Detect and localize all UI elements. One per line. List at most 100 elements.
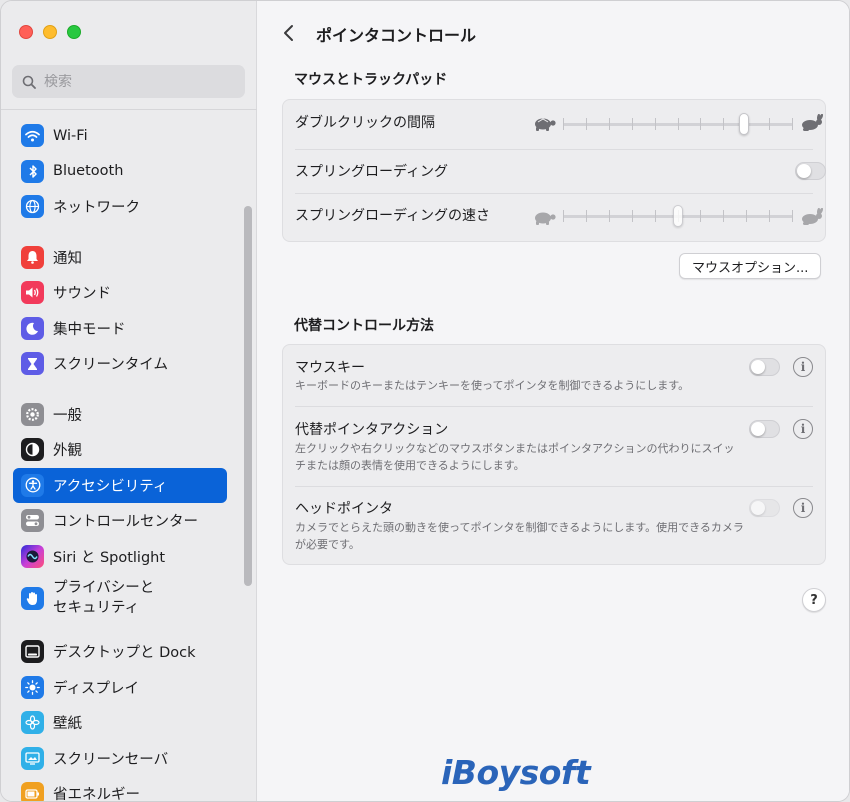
sidebar-item-label: ディスプレイ bbox=[53, 680, 139, 697]
alt-pointer-row: 代替ポインタアクション 左クリックや右クリックなどのマウスボタンまたはポインタア… bbox=[295, 407, 813, 487]
sidebar-item-label: Bluetooth bbox=[53, 163, 124, 180]
sidebar-item-displays[interactable]: ディスプレイ bbox=[13, 670, 227, 706]
close-window-button[interactable] bbox=[19, 25, 33, 39]
mouse-keys-description: キーボードのキーまたはテンキーを使ってポインタを制御できるようにします。 bbox=[295, 379, 690, 392]
double-click-label: ダブルクリックの間隔 bbox=[295, 115, 435, 131]
search-input[interactable] bbox=[44, 73, 224, 90]
alternate-control-group: マウスキー キーボードのキーまたはテンキーを使ってポインタを制御できるようにしま… bbox=[282, 344, 826, 565]
head-pointer-row: ヘッドポインタ カメラでとらえた頭の動きを使ってポインタを制御できるようにします… bbox=[295, 487, 813, 564]
slider-tick bbox=[632, 210, 633, 222]
mouse-options-button[interactable]: マウスオプション... bbox=[679, 253, 822, 279]
spring-loading-toggle[interactable] bbox=[795, 162, 826, 180]
spring-loading-row: スプリングローディング bbox=[295, 150, 826, 194]
sidebar-item-control-center[interactable]: コントロールセンター bbox=[13, 503, 227, 539]
slider-tick bbox=[792, 210, 793, 222]
sidebar-item-label: 集中モード bbox=[53, 321, 126, 338]
sidebar-divider bbox=[1, 109, 257, 110]
alt-pointer-toggle[interactable] bbox=[749, 420, 780, 438]
search-field[interactable] bbox=[12, 65, 245, 98]
settings-window: Wi-Fi Bluetooth ネットワーク 通知 bbox=[0, 0, 850, 802]
sun-icon bbox=[21, 675, 44, 699]
slider-tick bbox=[563, 118, 564, 130]
slider-tick bbox=[563, 210, 564, 222]
alt-pointer-description: 左クリックや右クリックなどのマウスボタンまたはポインタアクションの代わりにスイッ… bbox=[295, 442, 735, 472]
section-title-mouse-trackpad: マウスとトラックパッド bbox=[294, 72, 448, 88]
slider-knob[interactable] bbox=[673, 205, 683, 227]
sidebar-item-wifi[interactable]: Wi-Fi bbox=[13, 118, 227, 154]
screensaver-icon bbox=[21, 746, 44, 770]
sidebar-scrollbar[interactable] bbox=[244, 206, 252, 586]
sidebar-item-privacy-security[interactable]: プライバシーと セキュリティ bbox=[13, 574, 227, 622]
siri-icon bbox=[21, 544, 44, 568]
sidebar-item-sound[interactable]: サウンド bbox=[13, 275, 227, 311]
sidebar-item-label: 省エネルギー bbox=[53, 787, 140, 802]
head-pointer-label: ヘッドポインタ bbox=[295, 501, 393, 517]
sidebar-item-siri-spotlight[interactable]: Siri と Spotlight bbox=[13, 539, 227, 575]
sidebar-item-label: 一般 bbox=[53, 407, 82, 424]
sidebar-item-label: Siri と Spotlight bbox=[53, 549, 166, 566]
mouse-keys-toggle[interactable] bbox=[749, 358, 780, 376]
moon-icon bbox=[21, 316, 44, 340]
turtle-icon bbox=[535, 212, 556, 225]
back-chevron-icon[interactable] bbox=[280, 23, 298, 43]
sidebar-item-label: 壁紙 bbox=[53, 716, 82, 733]
sidebar-item-desktop-dock[interactable]: デスクトップと Dock bbox=[13, 634, 227, 670]
sidebar-item-label: コントロールセンター bbox=[53, 514, 198, 531]
sidebar-item-label: アクセシビリティ bbox=[53, 478, 168, 495]
sidebar-item-notifications[interactable]: 通知 bbox=[13, 240, 227, 276]
spring-loading-label: スプリングローディング bbox=[295, 164, 449, 180]
slider-tick bbox=[700, 118, 701, 130]
sidebar-item-appearance[interactable]: 外観 bbox=[13, 432, 227, 468]
sidebar-item-wallpaper[interactable]: 壁紙 bbox=[13, 705, 227, 741]
sidebar-item-screen-time[interactable]: スクリーンタイム bbox=[13, 346, 227, 382]
help-button[interactable]: ? bbox=[802, 588, 826, 612]
info-icon[interactable]: i bbox=[793, 498, 813, 518]
sidebar-item-label: 外観 bbox=[53, 443, 82, 460]
sidebar-item-focus[interactable]: 集中モード bbox=[13, 311, 227, 347]
head-pointer-toggle[interactable] bbox=[749, 499, 780, 517]
dock-icon bbox=[21, 640, 44, 664]
minimize-window-button[interactable] bbox=[43, 25, 57, 39]
sidebar-item-label: デスクトップと Dock bbox=[53, 645, 196, 662]
accessibility-icon bbox=[21, 473, 44, 497]
spring-speed-label: スプリングローディングの速さ bbox=[295, 208, 491, 224]
watermark-logo: iBoysoft bbox=[441, 753, 591, 792]
info-icon[interactable]: i bbox=[793, 419, 813, 439]
bluetooth-icon bbox=[21, 159, 44, 183]
slider-tick bbox=[609, 118, 610, 130]
slider-knob[interactable] bbox=[739, 113, 749, 135]
sidebar-item-bluetooth[interactable]: Bluetooth bbox=[13, 154, 227, 190]
double-click-slider[interactable] bbox=[563, 113, 793, 136]
slider-tick bbox=[655, 210, 656, 222]
spring-speed-row: スプリングローディングの速さ bbox=[295, 194, 824, 241]
sidebar-item-energy-saver[interactable]: 省エネルギー bbox=[13, 776, 227, 802]
sidebar-item-network[interactable]: ネットワーク bbox=[13, 189, 227, 225]
slider-tick bbox=[700, 210, 701, 222]
slider-tick bbox=[792, 118, 793, 130]
slider-tick bbox=[586, 118, 587, 130]
flower-icon bbox=[21, 711, 44, 735]
double-click-row: ダブルクリックの間隔 bbox=[295, 100, 824, 150]
slider-tick bbox=[723, 118, 724, 130]
sidebar-item-screen-saver[interactable]: スクリーンセーバ bbox=[13, 741, 227, 777]
sidebar: Wi-Fi Bluetooth ネットワーク 通知 bbox=[1, 1, 257, 802]
mouse-keys-row: マウスキー キーボードのキーまたはテンキーを使ってポインタを制御できるようにしま… bbox=[295, 345, 813, 407]
appearance-icon bbox=[21, 438, 44, 462]
maximize-window-button[interactable] bbox=[67, 25, 81, 39]
head-pointer-description: カメラでとらえた頭の動きを使ってポインタを制御できるようにします。使用できるカメ… bbox=[295, 521, 744, 551]
slider-tick bbox=[632, 118, 633, 130]
sidebar-item-label: サウンド bbox=[53, 286, 111, 303]
search-icon bbox=[22, 75, 36, 89]
spring-speed-slider[interactable] bbox=[563, 205, 793, 228]
sidebar-item-general[interactable]: 一般 bbox=[13, 397, 227, 433]
slider-tick bbox=[723, 210, 724, 222]
bell-icon bbox=[21, 245, 44, 269]
wifi-icon bbox=[21, 124, 44, 148]
slider-tick bbox=[609, 210, 610, 222]
sidebar-item-accessibility[interactable]: アクセシビリティ bbox=[13, 467, 227, 503]
gear-icon bbox=[21, 402, 44, 426]
info-icon[interactable]: i bbox=[793, 357, 813, 377]
mouse-keys-label: マウスキー bbox=[295, 360, 365, 376]
rabbit-icon bbox=[802, 208, 824, 225]
sidebar-item-label: スクリーンタイム bbox=[53, 357, 168, 374]
